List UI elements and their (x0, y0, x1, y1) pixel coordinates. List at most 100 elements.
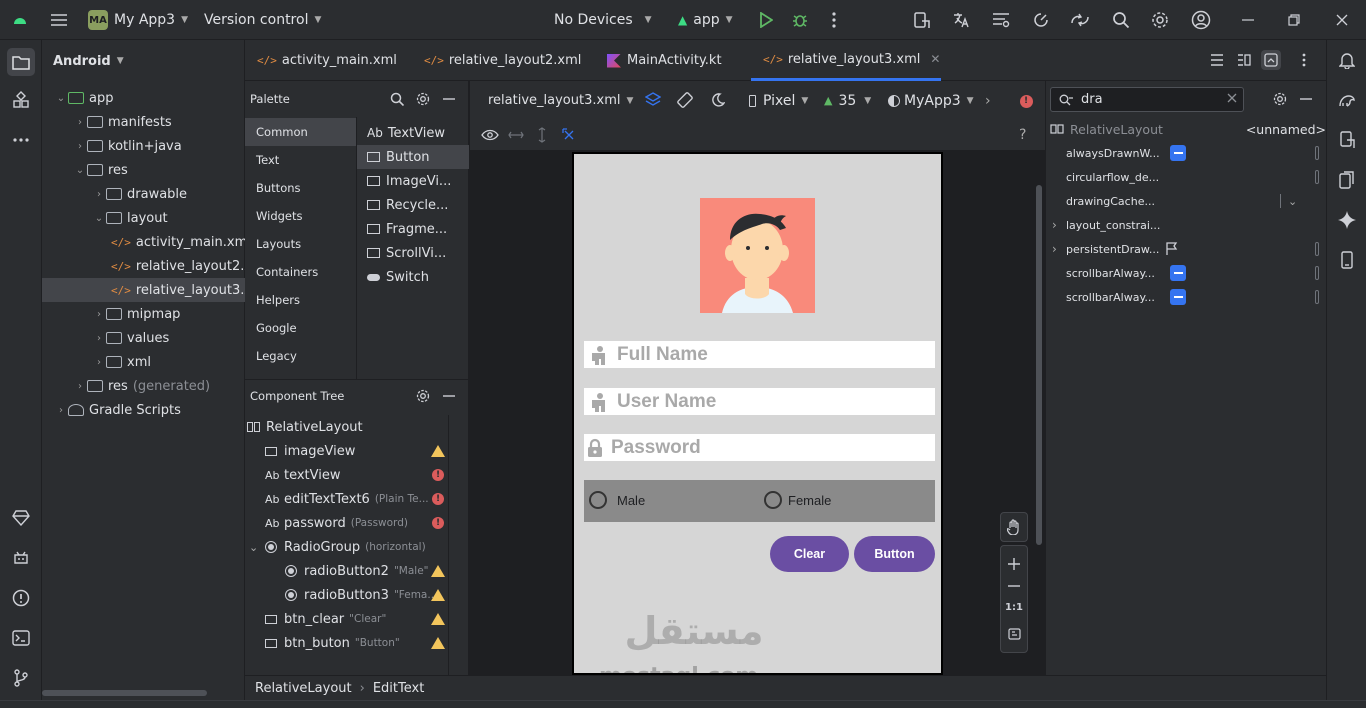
chevron-right-icon[interactable]: › (73, 117, 87, 128)
attribute-checkbox[interactable] (1170, 145, 1186, 161)
attribute-search-box[interactable]: dra (1050, 87, 1244, 112)
error-icon[interactable]: ! (432, 493, 444, 505)
design-view-icon[interactable] (1261, 50, 1281, 70)
project-tree-item[interactable]: </> activity_main.xml (42, 230, 245, 254)
clear-search-icon[interactable] (1227, 93, 1237, 103)
git-branch-icon[interactable] (9, 666, 33, 690)
palette-category[interactable]: Helpers (245, 286, 356, 314)
layout-file-selector[interactable]: relative_layout3.xml ▼ (488, 81, 633, 120)
close-tab-icon[interactable]: ✕ (930, 52, 940, 66)
breadcrumb-item[interactable]: EditText (373, 681, 424, 696)
profile-image-view[interactable] (700, 198, 815, 313)
clear-button[interactable]: Clear (770, 536, 849, 572)
horizontal-scrollbar[interactable] (42, 690, 207, 696)
more-tools-icon[interactable] (9, 128, 33, 152)
palette-category[interactable]: Layouts (245, 230, 356, 258)
palette-item[interactable]: Recycle... (357, 193, 469, 217)
app-inspection-icon[interactable] (9, 546, 33, 570)
component-tree-row[interactable]: Ab textView (245, 463, 450, 487)
view-options-eye-icon[interactable] (480, 125, 500, 145)
palette-item[interactable]: Ab TextView (357, 121, 469, 145)
pan-tool[interactable] (1000, 512, 1028, 542)
vertical-constraint-icon[interactable] (532, 125, 552, 145)
submit-button[interactable]: Button (854, 536, 935, 572)
settings-gear-icon[interactable] (1270, 89, 1290, 109)
orientation-icon[interactable] (675, 90, 695, 110)
error-indicator-icon[interactable]: ! (1016, 91, 1036, 111)
project-tree-item[interactable]: ⌄ layout (42, 206, 245, 230)
split-view-icon[interactable] (1234, 50, 1254, 70)
help-icon[interactable]: ? (1019, 120, 1026, 150)
attribute-search-input[interactable]: dra (1081, 92, 1103, 107)
close-window-icon[interactable] (1332, 10, 1352, 30)
running-devices-icon[interactable] (1335, 168, 1359, 192)
component-tree-row[interactable]: radioButton3 "Fema... (245, 583, 450, 607)
palette-item[interactable]: ScrollVi... (357, 241, 469, 265)
project-tree-item[interactable]: › res (generated) (42, 374, 245, 398)
project-tree-item[interactable]: › Gradle Scripts (42, 398, 245, 422)
chevron-right-icon[interactable]: › (985, 81, 991, 120)
hide-panel-icon[interactable] (439, 386, 459, 406)
error-icon[interactable]: ! (432, 469, 444, 481)
settings-gear-icon[interactable] (1150, 10, 1170, 30)
vertical-scrollbar[interactable] (1036, 185, 1042, 545)
project-tree-item[interactable]: </> relative_layout2.xml (42, 254, 245, 278)
palette-category[interactable]: Common (245, 118, 356, 146)
device-manager-icon[interactable] (1335, 128, 1359, 152)
version-control-menu[interactable]: Version control ▼ (204, 0, 321, 40)
attribute-row[interactable]: alwaysDrawnW... (1046, 141, 1327, 165)
search-icon[interactable] (1111, 10, 1131, 30)
chevron-down-icon[interactable]: ⌄ (1288, 195, 1297, 208)
error-icon[interactable]: ! (432, 517, 444, 529)
project-tree-item[interactable]: › drawable (42, 182, 245, 206)
chevron-right-icon[interactable]: › (73, 381, 87, 392)
component-tree-row[interactable]: ⌄ RadioGroup (horizontal) (245, 535, 450, 559)
warning-icon[interactable] (431, 637, 445, 649)
palette-category[interactable]: Text (245, 146, 356, 174)
flag-icon[interactable] (1166, 242, 1178, 255)
chevron-right-icon[interactable]: › (92, 333, 106, 344)
chevron-down-icon[interactable]: ⌄ (54, 93, 68, 104)
chevron-right-icon[interactable]: › (73, 141, 87, 152)
gemini-sparkle-icon[interactable] (1335, 208, 1359, 232)
palette-category[interactable]: Buttons (245, 174, 356, 202)
radio-male[interactable]: Male (589, 491, 645, 509)
warning-icon[interactable] (431, 589, 445, 601)
horizontal-constraint-icon[interactable] (506, 125, 526, 145)
restore-window-icon[interactable] (1284, 10, 1304, 30)
attribute-row[interactable]: circularflow_de... (1046, 165, 1327, 189)
chevron-down-icon[interactable]: ⌄ (92, 213, 106, 224)
palette-category[interactable]: Widgets (245, 202, 356, 230)
zoom-in-icon[interactable] (1008, 557, 1020, 570)
gradle-icon[interactable] (1335, 88, 1359, 112)
main-menu-icon[interactable] (49, 10, 69, 30)
palette-category[interactable]: Legacy (245, 342, 356, 370)
palette-item[interactable]: ImageVi... (357, 169, 469, 193)
editor-tab[interactable]: </> relative_layout2.xml (412, 40, 595, 81)
chevron-down-icon[interactable]: ⌄ (249, 541, 258, 554)
zoom-out-icon[interactable] (1008, 585, 1020, 587)
editor-tab[interactable]: </> activity_main.xml (245, 40, 412, 81)
run-config-selector[interactable]: ▲ app ▼ (678, 0, 733, 40)
more-actions-icon[interactable] (824, 10, 844, 30)
resource-manager-icon[interactable] (9, 88, 33, 112)
attribute-row[interactable]: scrollbarAlway... (1046, 261, 1327, 285)
palette-category[interactable]: Google (245, 314, 356, 342)
device-manager-icon[interactable] (912, 10, 932, 30)
minimize-window-icon[interactable] (1238, 10, 1258, 30)
settings-gear-icon[interactable] (413, 89, 433, 109)
gem-icon[interactable] (9, 506, 33, 530)
chevron-right-icon[interactable]: › (54, 405, 68, 416)
project-tree-item[interactable]: </> relative_layout3.xml (42, 278, 245, 302)
theme-selector[interactable]: MyApp3 ▼ (888, 81, 974, 120)
sync-gradle-icon[interactable] (1070, 10, 1090, 30)
warning-icon[interactable] (431, 445, 445, 457)
attribute-checkbox[interactable] (1170, 289, 1186, 305)
project-tree-item[interactable]: › values (42, 326, 245, 350)
warning-icon[interactable] (431, 613, 445, 625)
api-level-selector[interactable]: ▲ 35 ▼ (824, 81, 871, 120)
editor-tab[interactable]: MainActivity.kt (595, 40, 751, 81)
attribute-checkbox[interactable] (1170, 265, 1186, 281)
component-tree-row[interactable]: imageView (245, 439, 450, 463)
chevron-right-icon[interactable]: › (92, 189, 106, 200)
